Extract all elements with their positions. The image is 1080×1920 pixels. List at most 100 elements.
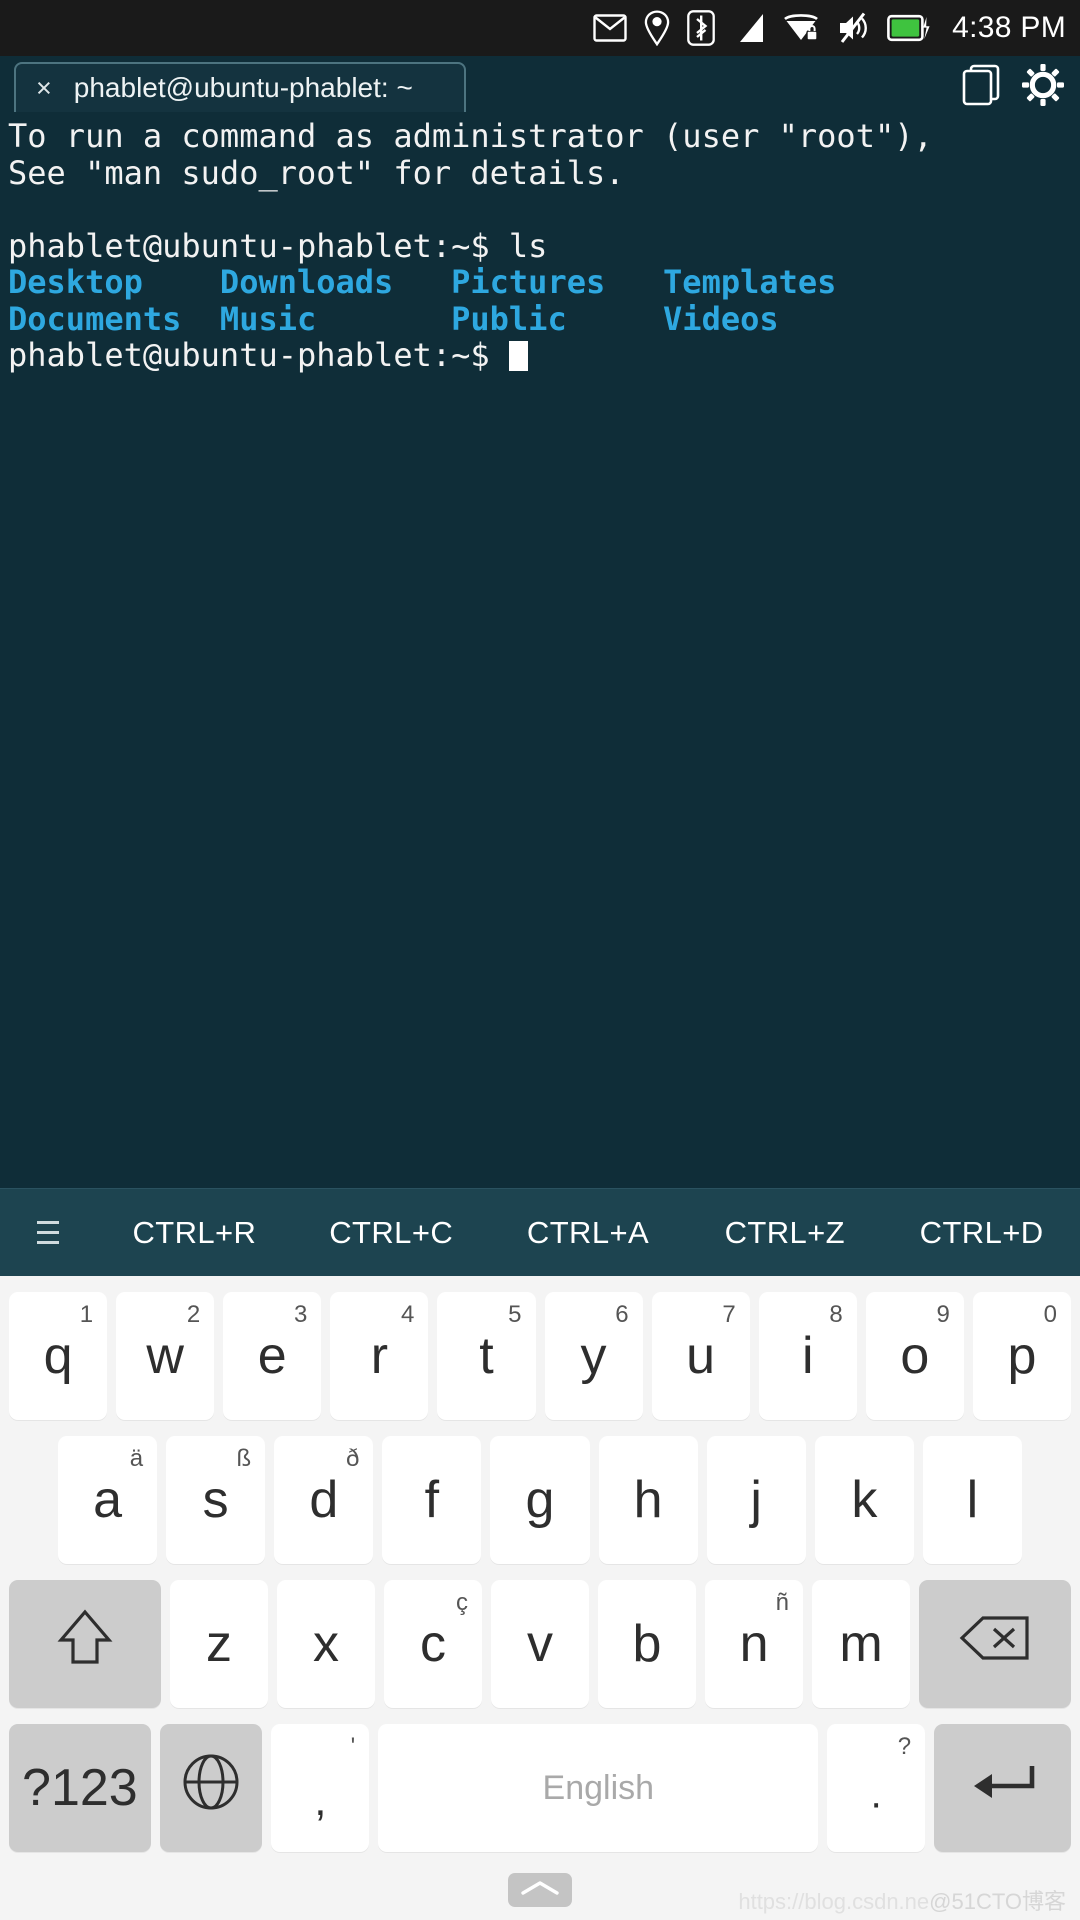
- key-d-sup: ð: [345, 1445, 360, 1472]
- terminal-line: See "man sudo_root" for details.: [8, 153, 625, 192]
- symbols-key-label: ?123: [22, 1759, 138, 1817]
- key-t-label: t: [479, 1327, 494, 1385]
- sound-muted-icon: [836, 12, 870, 44]
- key-t[interactable]: 5t: [437, 1292, 536, 1420]
- shift-key[interactable]: [9, 1580, 161, 1708]
- key-o[interactable]: 9o: [865, 1292, 964, 1420]
- backspace-key[interactable]: [919, 1580, 1071, 1708]
- comma-key-label: ,: [314, 1776, 327, 1825]
- key-y-sup: 6: [615, 1301, 629, 1328]
- key-q[interactable]: 1q: [9, 1292, 108, 1420]
- key-l-label: l: [966, 1471, 979, 1529]
- key-g-label: g: [525, 1471, 555, 1529]
- battery-charging-icon: [887, 13, 931, 43]
- watermark-url: https://blog.csdn.ne: [738, 1889, 930, 1914]
- dir-entry: Templates: [663, 263, 837, 301]
- watermark: https://blog.csdn.ne@51CTO博客: [738, 1884, 1066, 1916]
- key-c-sup: ç: [455, 1589, 468, 1616]
- terminal-listing-row: Desktop Downloads Pictures Templates: [8, 264, 1072, 301]
- shift-arrow-icon: [56, 1607, 114, 1682]
- status-bar: 4:38 PM: [0, 0, 1080, 56]
- period-key[interactable]: ? ·: [827, 1724, 926, 1852]
- key-e[interactable]: 3e: [223, 1292, 322, 1420]
- ctrl-r-button[interactable]: CTRL+R: [96, 1215, 293, 1251]
- key-b[interactable]: b: [598, 1580, 697, 1708]
- key-r-sup: 4: [401, 1301, 415, 1328]
- period-key-label: ·: [869, 1781, 883, 1825]
- key-i[interactable]: 8i: [758, 1292, 857, 1420]
- hamburger-menu-icon[interactable]: [0, 1221, 96, 1244]
- space-key[interactable]: English: [378, 1724, 819, 1852]
- key-h-label: h: [633, 1471, 663, 1529]
- language-key[interactable]: [159, 1724, 263, 1852]
- terminal-tab[interactable]: × phablet@ubuntu-phablet: ~: [14, 62, 466, 112]
- key-v-label: v: [526, 1615, 553, 1673]
- terminal-header-actions: [962, 64, 1064, 111]
- key-j-label: j: [750, 1471, 762, 1529]
- key-x[interactable]: x: [276, 1580, 375, 1708]
- tabs-icon[interactable]: [962, 64, 1000, 111]
- key-f[interactable]: f: [382, 1436, 482, 1564]
- language-globe-icon: [180, 1751, 242, 1826]
- key-a[interactable]: äa: [58, 1436, 158, 1564]
- key-q-label: q: [43, 1327, 73, 1385]
- key-g[interactable]: g: [490, 1436, 590, 1564]
- key-c-label: c: [419, 1615, 446, 1673]
- key-s-label: s: [202, 1471, 229, 1529]
- key-y-label: y: [580, 1327, 607, 1385]
- key-w-label: w: [146, 1327, 184, 1385]
- keyboard-row-2: äa ßs ðd f g h j k l: [4, 1428, 1076, 1572]
- terminal-shortcut-toolbar: CTRL+R CTRL+C CTRL+A CTRL+Z CTRL+D: [0, 1188, 1080, 1276]
- key-d[interactable]: ðd: [274, 1436, 374, 1564]
- key-p-label: p: [1007, 1327, 1037, 1385]
- terminal-listing-row: Documents Music Public Videos: [8, 299, 1072, 338]
- close-icon[interactable]: ×: [36, 74, 52, 102]
- key-z-label: z: [205, 1615, 232, 1673]
- dir-entry: Public: [451, 299, 567, 338]
- key-i-sup: 8: [829, 1301, 843, 1328]
- keyboard-drawer-handle[interactable]: [508, 1873, 572, 1907]
- key-w[interactable]: 2w: [116, 1292, 215, 1420]
- key-k[interactable]: k: [814, 1436, 914, 1564]
- chevron-up-icon: [519, 1879, 561, 1902]
- key-p-sup: 0: [1043, 1301, 1057, 1328]
- dir-entry: Downloads: [219, 263, 394, 301]
- terminal-active-prompt-line: phablet@ubuntu-phablet:~$: [8, 337, 1072, 374]
- terminal-tab-title: phablet@ubuntu-phablet: ~: [73, 72, 413, 103]
- key-h[interactable]: h: [598, 1436, 698, 1564]
- key-p[interactable]: 0p: [972, 1292, 1071, 1420]
- key-w-sup: 2: [186, 1301, 201, 1328]
- key-b-label: b: [632, 1615, 662, 1673]
- key-m[interactable]: m: [812, 1580, 911, 1708]
- ctrl-c-button[interactable]: CTRL+C: [293, 1215, 490, 1251]
- key-f-label: f: [424, 1471, 440, 1529]
- key-j[interactable]: j: [706, 1436, 806, 1564]
- cellular-signal-icon: [732, 12, 766, 44]
- key-n-label: n: [739, 1615, 769, 1673]
- key-s[interactable]: ßs: [166, 1436, 266, 1564]
- key-r[interactable]: 4r: [330, 1292, 429, 1420]
- location-pin-icon: [644, 10, 670, 46]
- ctrl-z-button[interactable]: CTRL+Z: [686, 1215, 883, 1251]
- key-u-sup: 7: [722, 1301, 736, 1328]
- comma-key[interactable]: ',: [271, 1724, 370, 1852]
- terminal-output[interactable]: To run a command as administrator (user …: [0, 112, 1080, 1188]
- ctrl-a-button[interactable]: CTRL+A: [490, 1215, 687, 1251]
- key-l[interactable]: l: [922, 1436, 1022, 1564]
- key-z[interactable]: z: [169, 1580, 268, 1708]
- status-bar-clock: 4:38 PM: [952, 11, 1066, 44]
- key-n[interactable]: ñn: [705, 1580, 804, 1708]
- key-c[interactable]: çc: [383, 1580, 482, 1708]
- terminal-tab-bar: × phablet@ubuntu-phablet: ~: [0, 56, 1080, 112]
- keyboard-footer: https://blog.csdn.ne@51CTO博客: [4, 1860, 1076, 1920]
- settings-gear-icon[interactable]: [1022, 64, 1064, 111]
- ctrl-d-button[interactable]: CTRL+D: [883, 1215, 1080, 1251]
- key-v[interactable]: v: [490, 1580, 589, 1708]
- key-x-label: x: [312, 1615, 339, 1673]
- enter-key[interactable]: [934, 1724, 1071, 1852]
- dir-entry: Music: [219, 299, 317, 338]
- symbols-key[interactable]: ?123: [9, 1724, 151, 1852]
- key-u[interactable]: 7u: [651, 1292, 750, 1420]
- key-y[interactable]: 6y: [544, 1292, 643, 1420]
